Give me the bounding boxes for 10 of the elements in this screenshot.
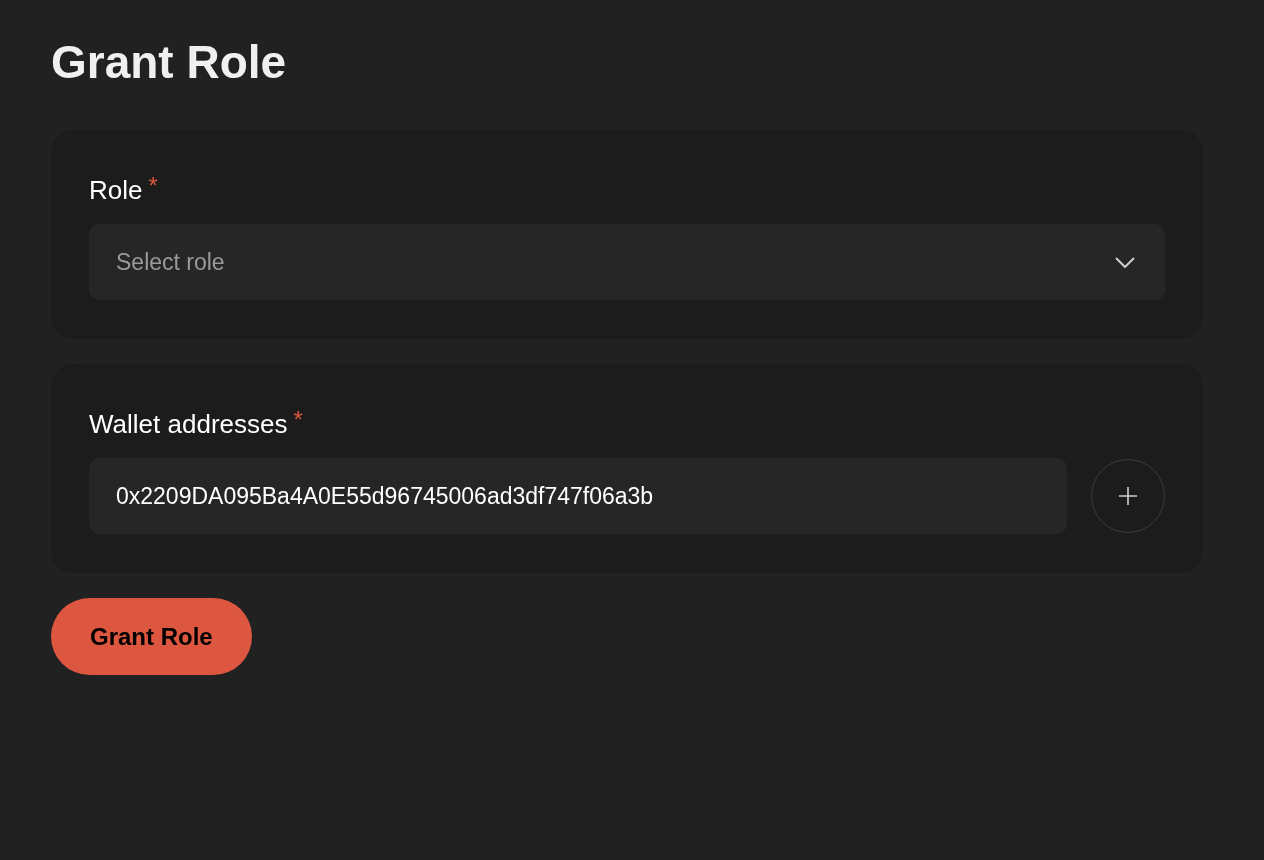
field-label: Wallet addresses	[89, 408, 288, 441]
field-label: Role	[89, 174, 143, 207]
page-title: Grant Role	[51, 35, 288, 90]
grant-role-button[interactable]: Grant Role	[51, 598, 252, 675]
chevron-down-icon	[1115, 256, 1135, 268]
required-marker: *	[148, 172, 158, 200]
required-marker: *	[293, 406, 303, 434]
address-input[interactable]: 0x2209DA095Ba4A0E55d96745006ad3df747f06a3b	[89, 458, 1067, 534]
plus-icon	[1118, 486, 1138, 506]
role-dropdown[interactable]: Select role	[89, 224, 1165, 300]
